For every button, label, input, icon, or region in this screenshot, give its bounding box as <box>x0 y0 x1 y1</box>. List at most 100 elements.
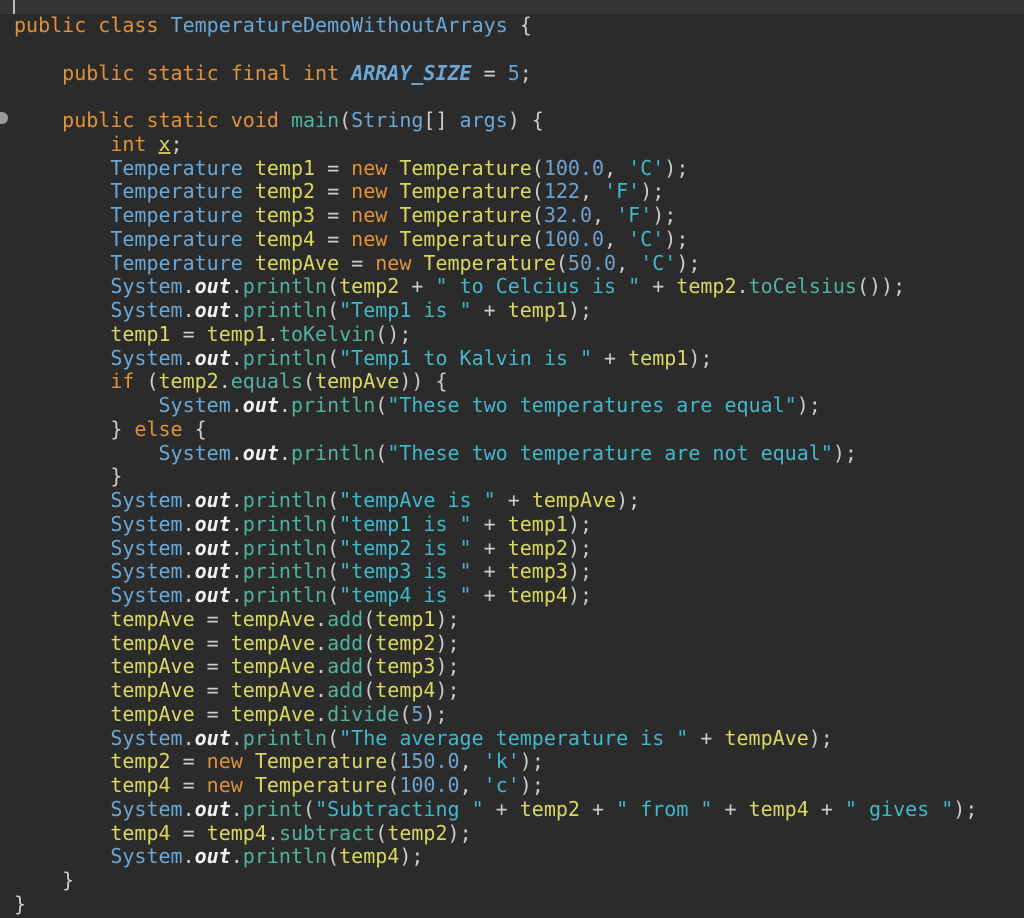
code-token: main <box>290 108 340 132</box>
code-line[interactable]: temp2 = new Temperature(150.0, 'k'); <box>14 749 1024 774</box>
code-token: println <box>242 559 328 584</box>
code-line[interactable]: System.out.println("These two temperatur… <box>14 393 1024 418</box>
code-token: ( <box>531 179 544 204</box>
code-token: ( <box>146 369 159 394</box>
code-line[interactable]: tempAve = tempAve.add(temp3); <box>14 654 1024 679</box>
code-line[interactable]: System.out.println("temp1 is " + temp1); <box>14 511 1024 537</box>
code-token: temp3 <box>375 654 436 679</box>
code-token: Temperature <box>14 155 255 180</box>
code-token: ( <box>531 155 544 180</box>
code-token: Temperature <box>14 179 255 204</box>
code-line[interactable]: int x; <box>14 131 1024 157</box>
code-token: ( <box>363 654 376 679</box>
method-breakpoint-icon[interactable] <box>0 112 8 124</box>
code-token: "temp2 is " <box>339 535 472 560</box>
code-line[interactable]: } <box>14 464 1024 489</box>
code-token: out <box>194 535 231 560</box>
code-token: out <box>242 393 279 417</box>
code-token: add <box>327 654 364 679</box>
code-token: ARRAY_SIZE <box>351 60 472 85</box>
code-line[interactable]: public static final int ARRAY_SIZE = 5; <box>14 60 1024 86</box>
code-token: temp1 <box>375 606 436 631</box>
code-token: out <box>194 796 231 821</box>
code-line[interactable]: } <box>14 868 1024 893</box>
code-token: System <box>14 725 183 750</box>
code-line[interactable]: temp4 = new Temperature(100.0, 'c'); <box>14 773 1024 798</box>
code-line[interactable]: ​ <box>14 38 1024 62</box>
code-token: ( <box>327 844 340 869</box>
code-token: } <box>14 868 75 892</box>
code-line[interactable]: tempAve = tempAve.divide(5); <box>14 701 1024 727</box>
code-token: ( <box>363 606 376 631</box>
code-line[interactable]: Temperature temp3 = new Temperature(32.0… <box>14 203 1024 228</box>
code-line[interactable]: tempAve = tempAve.add(temp4); <box>14 678 1024 703</box>
code-token: temp4 <box>14 820 171 845</box>
code-line[interactable]: Temperature temp1 = new Temperature(100.… <box>14 155 1024 181</box>
code-line[interactable]: public static void main(String[] args) { <box>14 108 1024 133</box>
code-token: ); <box>640 179 665 204</box>
code-line[interactable]: ​ <box>14 85 1024 109</box>
code-token: if <box>14 369 147 394</box>
code-token: print <box>242 796 304 821</box>
code-token: else <box>134 416 183 441</box>
code-area[interactable]: public class TemperatureDemoWithoutArray… <box>14 13 1024 917</box>
code-line[interactable]: tempAve = tempAve.add(temp1); <box>14 606 1024 632</box>
code-token: println <box>242 274 328 299</box>
code-token: println <box>290 393 376 417</box>
code-line[interactable]: if (temp2.equals(tempAve)) { <box>14 369 1024 394</box>
code-line[interactable]: System.out.println("The average temperat… <box>14 725 1024 751</box>
code-token: (); <box>375 321 412 346</box>
code-token: Temperature <box>399 226 532 251</box>
code-token: " gives " <box>844 796 954 821</box>
code-token: ); <box>953 796 978 821</box>
code-token: "Temp1 to Kalvin is " <box>339 345 593 370</box>
code-token: ( <box>387 749 400 774</box>
code-line[interactable]: tempAve = tempAve.add(temp2); <box>14 630 1024 656</box>
code-line[interactable]: } <box>14 892 1024 917</box>
code-token: ; <box>170 131 183 156</box>
code-line[interactable]: System.out.println(temp4); <box>14 844 1024 869</box>
code-token: "temp4 is " <box>339 583 472 607</box>
code-token: + <box>471 583 508 607</box>
code-line[interactable]: Temperature temp2 = new Temperature(122,… <box>14 179 1024 204</box>
code-line[interactable]: System.out.println("temp4 is " + temp4); <box>14 583 1024 608</box>
code-token: . <box>182 725 195 750</box>
code-token: 100.0 <box>399 773 460 797</box>
code-line[interactable]: System.out.println("Temp1 to Kalvin is "… <box>14 345 1024 371</box>
code-token: TemperatureDemoWithoutArrays <box>170 13 508 37</box>
code-token: "temp1 is " <box>339 511 472 536</box>
code-token: tempAve <box>230 606 316 631</box>
code-token: + <box>483 796 520 821</box>
code-token: temp1 <box>14 321 171 346</box>
code-token: = <box>315 179 352 204</box>
code-line[interactable]: } else { <box>14 416 1024 442</box>
code-token: ( <box>327 345 340 370</box>
code-line[interactable]: System.out.println("temp3 is " + temp3); <box>14 559 1024 584</box>
code-token: out <box>194 511 231 536</box>
code-line[interactable]: temp4 = temp4.subtract(temp2); <box>14 820 1024 846</box>
code-line[interactable]: Temperature temp4 = new Temperature(100.… <box>14 226 1024 252</box>
code-token: + <box>808 796 845 821</box>
code-token: = <box>471 60 508 85</box>
code-token: ); <box>435 630 460 655</box>
code-token: ( <box>303 369 316 394</box>
code-token: tempAve <box>230 701 316 726</box>
code-line[interactable]: public class TemperatureDemoWithoutArray… <box>14 13 1024 38</box>
code-line[interactable]: System.out.println("These two temperatur… <box>14 440 1024 466</box>
code-token: temp4 <box>14 773 171 797</box>
code-line[interactable]: System.out.println("tempAve is " + tempA… <box>14 488 1024 513</box>
code-line[interactable]: System.out.println("temp2 is " + temp2); <box>14 535 1024 561</box>
code-line[interactable]: temp1 = temp1.toKelvin(); <box>14 321 1024 347</box>
code-token: x <box>158 131 171 156</box>
code-line[interactable]: System.out.print("Subtracting " + temp2 … <box>14 796 1024 822</box>
code-token: . <box>230 298 243 322</box>
code-line[interactable]: System.out.println("Temp1 is " + temp1); <box>14 298 1024 323</box>
code-line[interactable]: Temperature tempAve = new Temperature(50… <box>14 251 1024 276</box>
code-line[interactable]: System.out.println(temp2 + " to Celcius … <box>14 274 1024 299</box>
code-token: temp2 <box>254 179 316 204</box>
code-editor[interactable]: public class TemperatureDemoWithoutArray… <box>0 0 1024 918</box>
code-token: println <box>242 535 328 560</box>
code-token: ( <box>303 796 316 821</box>
code-token: ( <box>375 440 388 465</box>
code-token: ( <box>363 630 376 655</box>
